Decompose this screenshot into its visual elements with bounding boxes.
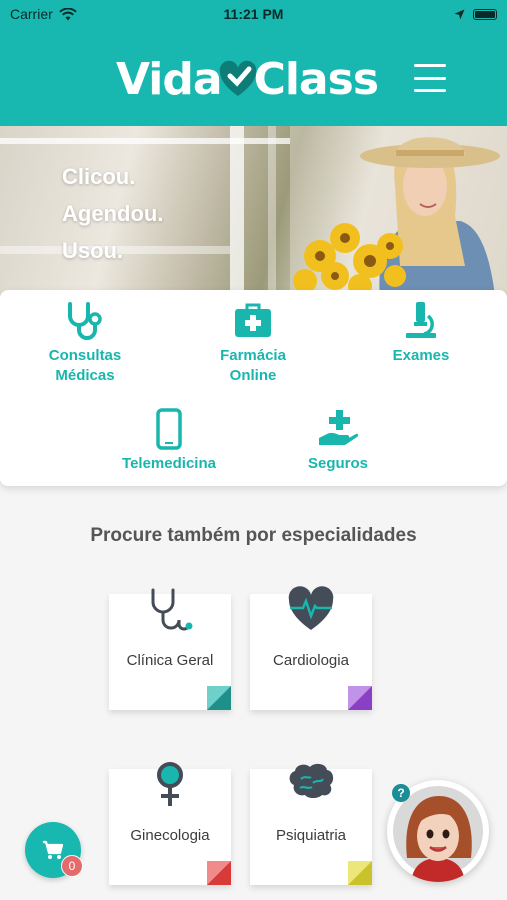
hamburger-menu-icon[interactable] [414,64,446,92]
specialty-label: Psiquiatria [275,827,347,844]
stethoscope-icon [151,588,193,631]
specialty-card-ginecologia[interactable]: Ginecologia [109,762,231,885]
specialty-label: Cardiologia [273,652,349,669]
carrier-label: Carrier [10,6,53,22]
banner-line-3: Usou. [62,238,124,263]
specialty-card-clinica-geral[interactable]: Clínica Geral [109,588,231,710]
service-seguros[interactable]: Seguros [293,408,383,474]
status-right [454,8,497,20]
corner-fold-icon [348,686,372,710]
specialty-card-cardiologia[interactable]: Cardiologia [250,586,372,710]
corner-fold-icon [348,861,372,885]
service-label: Telemedicina [122,455,216,472]
logo-heart-icon [219,60,256,96]
status-time: 11:21 PM [223,6,284,22]
hand-plus-icon [319,410,359,445]
service-label: Exames [392,347,450,364]
service-label: Seguros [307,455,368,472]
stethoscope-icon [68,302,102,340]
status-bar: Carrier 11:21 PM [0,0,507,28]
help-badge[interactable]: ? [392,784,410,802]
hero-banner: Clicou. Agendou. Usou. [0,126,507,296]
service-consultas-medicas[interactable]: Consultas Médicas [40,300,130,386]
banner-line-2: Agendou. [62,201,164,226]
cart-count-badge: 0 [61,855,83,877]
smartphone-icon [156,408,182,450]
corner-fold-icon [207,686,231,710]
specialty-label: Clínica Geral [126,652,214,669]
app-header: Vida Class [0,28,507,126]
first-aid-kit-icon [235,303,271,337]
banner-line-1: Clicou. [62,164,136,189]
corner-fold-icon [207,861,231,885]
shopping-cart-icon [43,840,64,859]
services-card: Consultas Médicas Farmácia Online Exames… [0,290,507,486]
specialty-card-psiquiatria[interactable]: Psiquiatria [250,763,372,885]
wifi-icon [59,7,77,20]
location-arrow-icon [454,9,465,19]
service-farmacia-online[interactable]: Farmácia Online [208,300,298,386]
brain-icon [289,763,334,798]
service-telemedicina[interactable]: Telemedicina [109,408,229,474]
microscope-icon [406,302,436,338]
vidaclass-logo[interactable]: Vida Class [116,54,379,105]
service-label: Consultas Médicas [48,347,122,384]
banner-woman-image [290,126,507,296]
status-left: Carrier [10,6,77,22]
banner-slogan: Clicou. Agendou. Usou. [62,158,163,269]
specialty-label: Ginecologia [130,827,210,844]
service-exames[interactable]: Exames [376,300,466,366]
female-symbol-icon [157,762,183,806]
specialties-title: Procure também por especialidades [90,525,417,546]
logo-text-class: Class [253,54,379,105]
heartbeat-icon [288,586,334,630]
service-label: Farmácia Online [220,347,286,384]
logo-text-vida: Vida [116,54,223,105]
battery-icon [473,8,497,20]
